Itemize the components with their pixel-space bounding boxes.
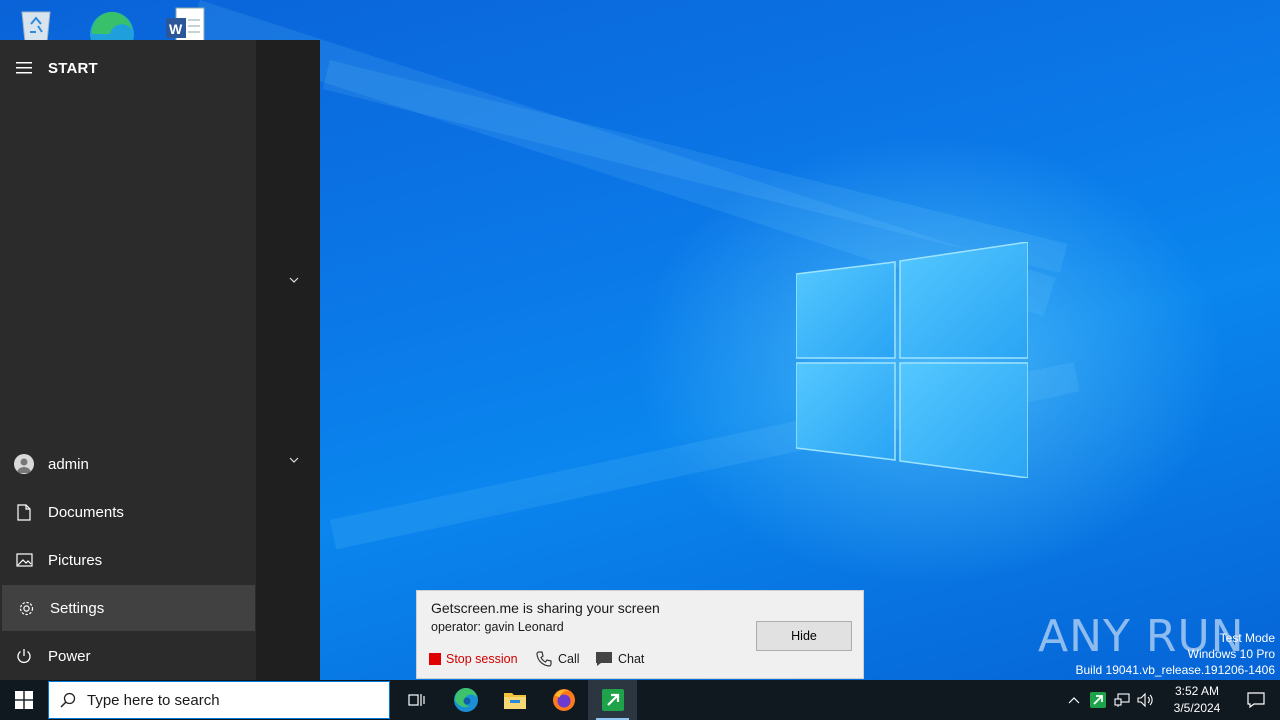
start-item-label: admin [48,455,89,473]
notification-icon [1247,692,1265,708]
start-item-settings[interactable]: Settings [2,585,255,631]
stop-session-button[interactable]: Stop session [429,649,518,669]
start-menu-nav: START admin Documents Pictures Settings … [0,40,256,680]
getscreen-tray-icon[interactable] [1086,680,1110,720]
windows-logo-wallpaper [795,241,1029,479]
action-center-button[interactable] [1232,680,1280,720]
getscreen-icon [601,689,624,711]
chat-button[interactable]: Chat [595,649,644,669]
file-explorer-icon [503,693,526,709]
clock-date: 3/5/2024 [1173,701,1221,715]
test-mode-text: Test Mode Windows 10 Pro Build 19041.vb_… [1076,630,1276,678]
start-button[interactable] [0,680,48,720]
gear-icon [2,585,50,631]
start-title: START [48,59,98,77]
pictures-icon [0,537,48,583]
edge-icon [453,687,478,712]
chat-bubble-icon [596,652,612,666]
show-hidden-icons-chevron-up-icon[interactable] [1062,680,1086,720]
system-tray: 3:52 AM 3/5/2024 [1062,680,1280,720]
chevron-down-icon[interactable] [286,452,302,468]
svg-text:W: W [169,21,183,37]
popup-title: Getscreen.me is sharing your screen [431,600,660,616]
recycle-bin-icon[interactable] [16,6,60,43]
windows-start-icon [15,691,33,709]
start-item-pictures[interactable]: Pictures [0,537,256,583]
start-item-power[interactable]: Power [0,633,256,679]
power-icon [0,633,48,679]
stop-square-icon [429,653,441,665]
start-item-label: Settings [50,599,105,617]
getscreen-sharing-popup: Getscreen.me is sharing your screen oper… [416,590,864,679]
call-label: Call [558,652,580,666]
start-item-label: Power [48,647,91,665]
taskbar-getscreen-button[interactable] [588,680,637,720]
build-label: Build 19041.vb_release.191206-1406 [1075,663,1276,677]
start-header: START [0,40,256,96]
os-edition-label: Windows 10 Pro [1187,647,1275,661]
firefox-icon [552,689,575,711]
taskbar-firefox-button[interactable] [539,680,588,720]
user-avatar-icon [0,441,48,487]
taskbar-file-explorer-button[interactable] [490,680,539,720]
test-mode-label: Test Mode [1219,631,1275,645]
taskbar-search-box[interactable]: Type here to search [48,681,390,719]
chevron-down-icon[interactable] [286,272,302,288]
start-item-label: Documents [48,503,124,521]
hamburger-menu-icon[interactable] [0,40,48,96]
search-icon [49,692,87,708]
task-view-icon [407,694,425,706]
taskbar-edge-button[interactable] [441,680,490,720]
task-view-button[interactable] [392,680,441,720]
network-icon[interactable] [1110,680,1134,720]
volume-icon[interactable] [1134,680,1158,720]
search-placeholder: Type here to search [87,691,220,709]
start-item-label: Pictures [48,551,103,569]
phone-icon [536,651,552,667]
taskbar: Type here to search 3:52 AM 3/5/2024 [0,680,1280,720]
stop-session-label: Stop session [446,652,518,666]
taskbar-clock[interactable]: 3:52 AM 3/5/2024 [1162,683,1232,717]
start-menu: START admin Documents Pictures Settings … [0,40,320,680]
call-button[interactable]: Call [535,649,580,669]
chat-label: Chat [618,652,645,666]
start-item-documents[interactable]: Documents [0,489,256,535]
edge-icon[interactable] [88,6,134,56]
popup-operator: operator: gavin Leonard [431,620,564,634]
document-icon [0,489,48,535]
clock-time: 3:52 AM [1174,684,1220,698]
word-document-icon[interactable]: W [164,6,208,43]
hide-button[interactable]: Hide [756,621,852,651]
start-tiles-area [256,40,320,680]
start-item-user[interactable]: admin [0,441,256,487]
